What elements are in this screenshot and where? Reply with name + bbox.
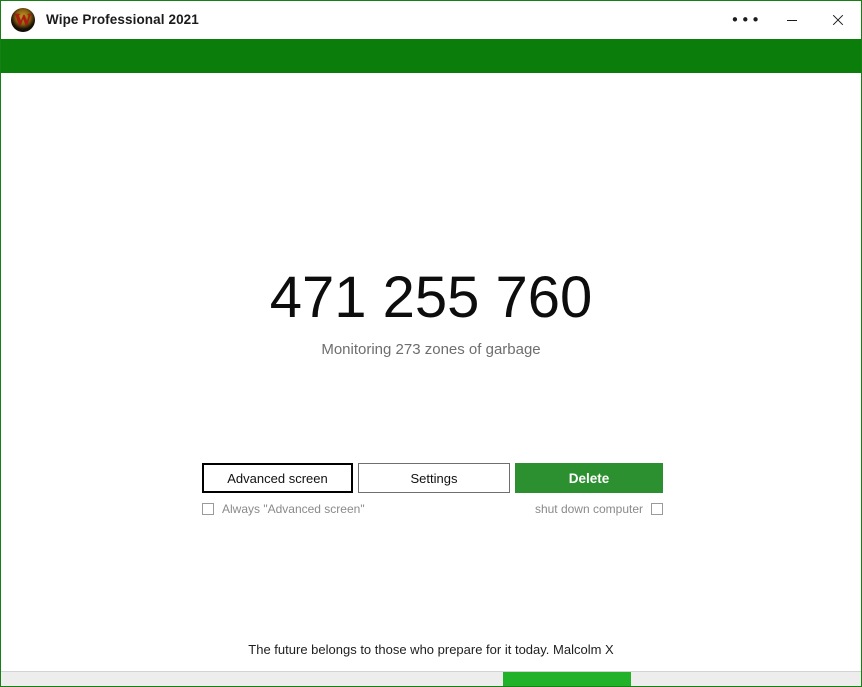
monitoring-status-text: Monitoring 273 zones of garbage <box>321 341 541 358</box>
shut-down-computer-label: shut down computer <box>534 502 643 516</box>
always-advanced-screen-checkbox-group[interactable]: Always "Advanced screen" <box>202 502 365 516</box>
close-button[interactable] <box>815 1 861 38</box>
progress-bar-fill <box>503 672 632 686</box>
shut-down-computer-checkbox[interactable] <box>651 503 663 515</box>
settings-button[interactable]: Settings <box>358 463 510 493</box>
app-window: W Wipe Professional 2021 ••• 471 255 760… <box>0 0 862 687</box>
shut-down-computer-checkbox-group[interactable]: shut down computer <box>535 502 663 516</box>
window-title: Wipe Professional 2021 <box>46 12 199 27</box>
advanced-screen-button[interactable]: Advanced screen <box>202 463 353 493</box>
title-bar: W Wipe Professional 2021 ••• <box>1 1 861 38</box>
always-advanced-screen-label: Always "Advanced screen" <box>222 502 365 516</box>
app-logo-icon: W <box>11 7 35 32</box>
close-icon <box>832 14 844 25</box>
minimize-button[interactable] <box>769 1 815 38</box>
app-logo-letter: W <box>14 9 32 29</box>
always-advanced-screen-checkbox[interactable] <box>202 503 214 515</box>
main-content: 471 255 760 Monitoring 273 zones of garb… <box>1 73 861 671</box>
action-button-row: Advanced screen Settings Delete <box>202 463 663 493</box>
garbage-counter: 471 255 760 <box>269 265 593 330</box>
minimize-icon <box>787 19 797 21</box>
footer-quote: The future belongs to those who prepare … <box>248 642 614 657</box>
more-options-icon: ••• <box>730 10 762 29</box>
bottom-progress-bar <box>1 671 861 686</box>
options-row: Always "Advanced screen" shut down compu… <box>202 500 663 518</box>
more-options-button[interactable]: ••• <box>723 1 769 38</box>
header-accent-band <box>1 39 861 73</box>
window-controls: ••• <box>723 1 861 38</box>
delete-button[interactable]: Delete <box>515 463 663 493</box>
